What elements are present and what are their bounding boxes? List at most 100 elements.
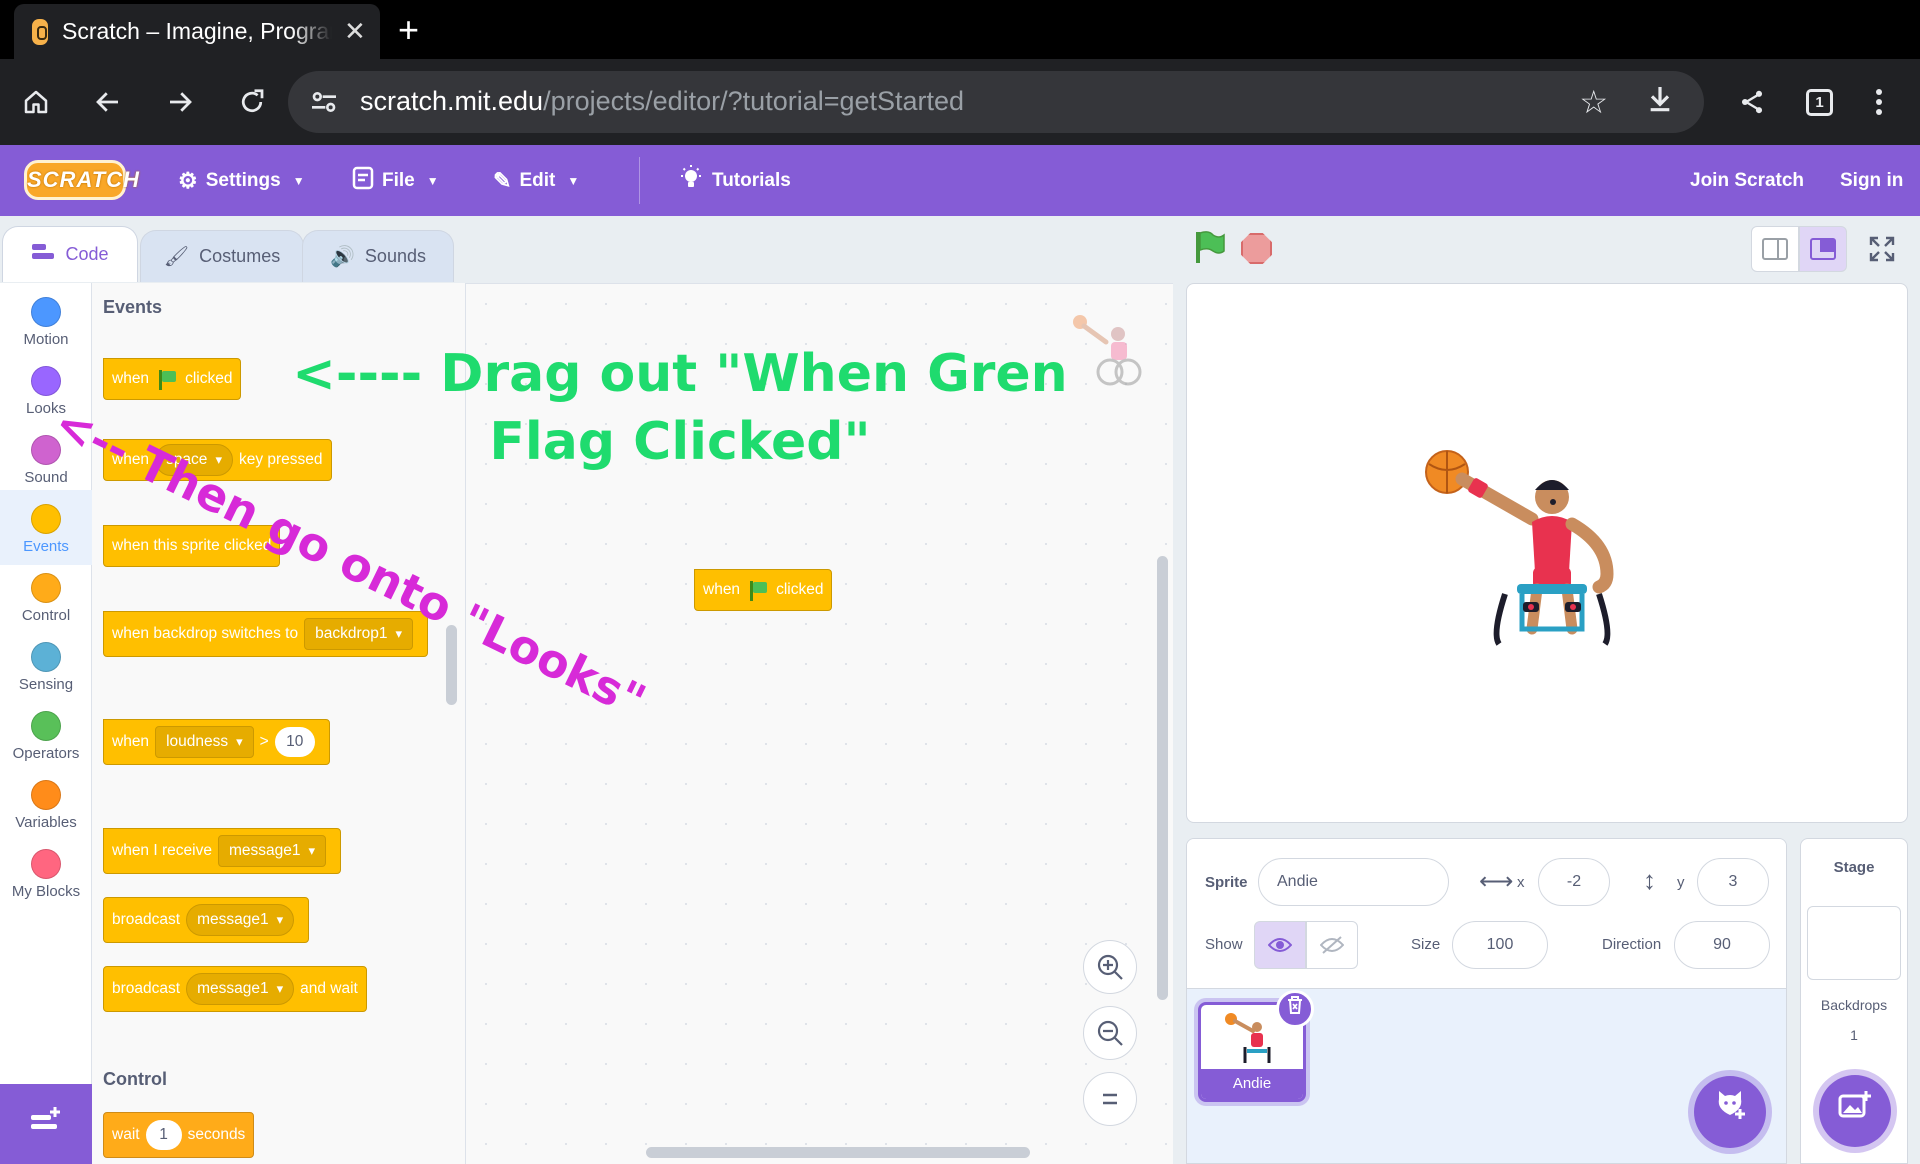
scratch-favicon-icon	[32, 18, 48, 45]
caret-down-icon: ▼	[426, 173, 439, 188]
tab-count[interactable]: 1	[1806, 89, 1833, 116]
tutorials-menu[interactable]: Tutorials	[678, 145, 791, 216]
download-icon[interactable]	[1644, 81, 1676, 125]
new-tab-button[interactable]: +	[398, 12, 419, 48]
size-input[interactable]: 100	[1452, 921, 1548, 969]
zoom-in-icon	[1097, 954, 1123, 980]
large-stage-button[interactable]	[1799, 226, 1847, 272]
block-when-i-receive[interactable]: when I receive message1	[103, 807, 341, 874]
category-dot-icon	[31, 573, 61, 603]
backdrop-dropdown[interactable]: backdrop1	[304, 618, 414, 650]
block-broadcast-and-wait[interactable]: broadcast message1 and wait	[103, 966, 367, 1012]
zoom-out-button[interactable]	[1083, 1006, 1137, 1060]
tab-sounds[interactable]: 🔊 Sounds	[302, 230, 454, 282]
category-control[interactable]: Control	[0, 565, 92, 634]
category-label: Control	[21, 607, 71, 624]
stop-button[interactable]	[1241, 233, 1272, 264]
show-visible-button[interactable]	[1254, 921, 1306, 969]
block-text: when backdrop switches to	[112, 625, 299, 642]
stage-thumbnail[interactable]	[1807, 906, 1901, 980]
y-label: y	[1677, 874, 1685, 891]
y-position-input[interactable]: 3	[1697, 858, 1769, 906]
pencil-icon: ✎	[493, 167, 512, 193]
sign-in-link[interactable]: Sign in	[1840, 145, 1903, 216]
small-stage-button[interactable]	[1751, 226, 1799, 272]
large-stage-icon	[1810, 238, 1836, 260]
backdrops-count: 1	[1850, 1027, 1858, 1043]
zoom-in-button[interactable]	[1083, 940, 1137, 994]
settings-menu[interactable]: ⚙ Settings ▼	[178, 145, 305, 216]
category-motion[interactable]: Motion	[0, 289, 92, 358]
file-icon	[352, 166, 374, 196]
bookmark-star-icon[interactable]: ☆	[1579, 83, 1608, 121]
block-text: >	[259, 733, 269, 750]
sprite-thumbnail-name: Andie	[1201, 1069, 1303, 1099]
green-flag-button[interactable]	[1191, 229, 1227, 265]
url-text[interactable]: scratch.mit.edu/projects/editor/?tutoria…	[360, 86, 964, 117]
category-operators[interactable]: Operators	[0, 703, 92, 772]
forward-arrow-icon[interactable]	[160, 82, 200, 122]
trash-icon	[1288, 996, 1302, 1014]
annotation-drag-flag: <---- Drag out "When Gren Flag Clicked"	[292, 344, 1068, 472]
events-heading: Events	[103, 297, 163, 317]
block-broadcast[interactable]: broadcast message1	[103, 897, 310, 943]
tab-costumes[interactable]: 🖌 Costumes	[140, 230, 304, 282]
close-tab-icon[interactable]: ✕	[344, 16, 366, 47]
reload-icon[interactable]	[232, 82, 272, 122]
block-when-backdrop-switches[interactable]: when backdrop switches to backdrop1	[103, 590, 429, 657]
back-arrow-icon[interactable]	[88, 82, 128, 122]
zoom-reset-button[interactable]	[1083, 1072, 1137, 1126]
join-scratch-link[interactable]: Join Scratch	[1690, 145, 1804, 216]
choose-backdrop-button[interactable]	[1819, 1075, 1891, 1147]
show-hidden-button[interactable]	[1306, 921, 1358, 969]
tab-sounds-label: Sounds	[364, 246, 426, 266]
wait-seconds-input[interactable]: 1	[145, 1120, 182, 1150]
block-text: clicked	[185, 370, 233, 387]
more-menu-icon[interactable]	[1859, 82, 1899, 122]
y-axis-arrow-icon: ↕	[1643, 865, 1656, 895]
choose-sprite-button[interactable]	[1694, 1076, 1766, 1148]
address-bar[interactable]: scratch.mit.edu/projects/editor/?tutoria…	[288, 71, 1704, 133]
x-position-input[interactable]: -2	[1538, 858, 1610, 906]
category-events[interactable]: Events	[0, 490, 92, 565]
add-extension-button[interactable]	[0, 1084, 92, 1164]
loudness-value-input[interactable]: 10	[274, 727, 315, 757]
category-my-blocks[interactable]: My Blocks	[0, 841, 92, 910]
speaker-icon: 🔊	[330, 246, 355, 268]
sensor-dropdown[interactable]: loudness	[155, 726, 254, 758]
file-menu[interactable]: File ▼	[352, 145, 439, 216]
category-variables[interactable]: Variables	[0, 772, 92, 841]
block-text: broadcast	[112, 911, 181, 928]
block-wait-seconds[interactable]: wait 1 seconds	[103, 1112, 255, 1158]
sprite-name-input[interactable]: Andie	[1258, 858, 1449, 906]
tab-code[interactable]: Code	[2, 226, 138, 282]
scratch-logo[interactable]: SCRATCH	[24, 160, 139, 200]
script-vertical-scrollbar[interactable]	[1157, 556, 1168, 1000]
script-horizontal-scrollbar[interactable]	[646, 1147, 1030, 1158]
delete-sprite-button[interactable]	[1276, 990, 1314, 1028]
home-icon[interactable]	[16, 82, 56, 122]
category-sensing[interactable]: Sensing	[0, 634, 92, 703]
message-dropdown[interactable]: message1	[186, 904, 295, 936]
stage-canvas[interactable]	[1186, 283, 1908, 823]
message-dropdown[interactable]: message1	[217, 835, 326, 867]
category-dot-icon	[31, 711, 61, 741]
file-label: File	[382, 169, 415, 191]
fullscreen-button[interactable]	[1858, 226, 1906, 272]
message-dropdown[interactable]: message1	[186, 973, 295, 1005]
block-when-loudness[interactable]: when loudness > 10	[103, 698, 330, 765]
tab-code-label: Code	[65, 244, 109, 264]
block-when-flag-clicked[interactable]: when clicked	[103, 337, 242, 400]
share-icon[interactable]	[1732, 82, 1772, 122]
edit-menu[interactable]: ✎ Edit ▼	[493, 145, 579, 216]
browser-tab-strip: Scratch – Imagine, Program, Share ✕ +	[0, 0, 1920, 59]
script-when-flag-clicked[interactable]: when clicked	[694, 548, 833, 611]
browser-toolbar: scratch.mit.edu/projects/editor/?tutoria…	[0, 59, 1920, 145]
browser-tab[interactable]: Scratch – Imagine, Program, Share ✕	[14, 4, 380, 59]
category-label: Operators	[12, 745, 80, 762]
category-dot-icon	[31, 504, 61, 534]
direction-input[interactable]: 90	[1674, 921, 1770, 969]
site-settings-icon[interactable]	[308, 86, 340, 118]
andie-sprite-icon	[1425, 450, 1614, 646]
image-plus-icon	[1838, 1091, 1871, 1118]
